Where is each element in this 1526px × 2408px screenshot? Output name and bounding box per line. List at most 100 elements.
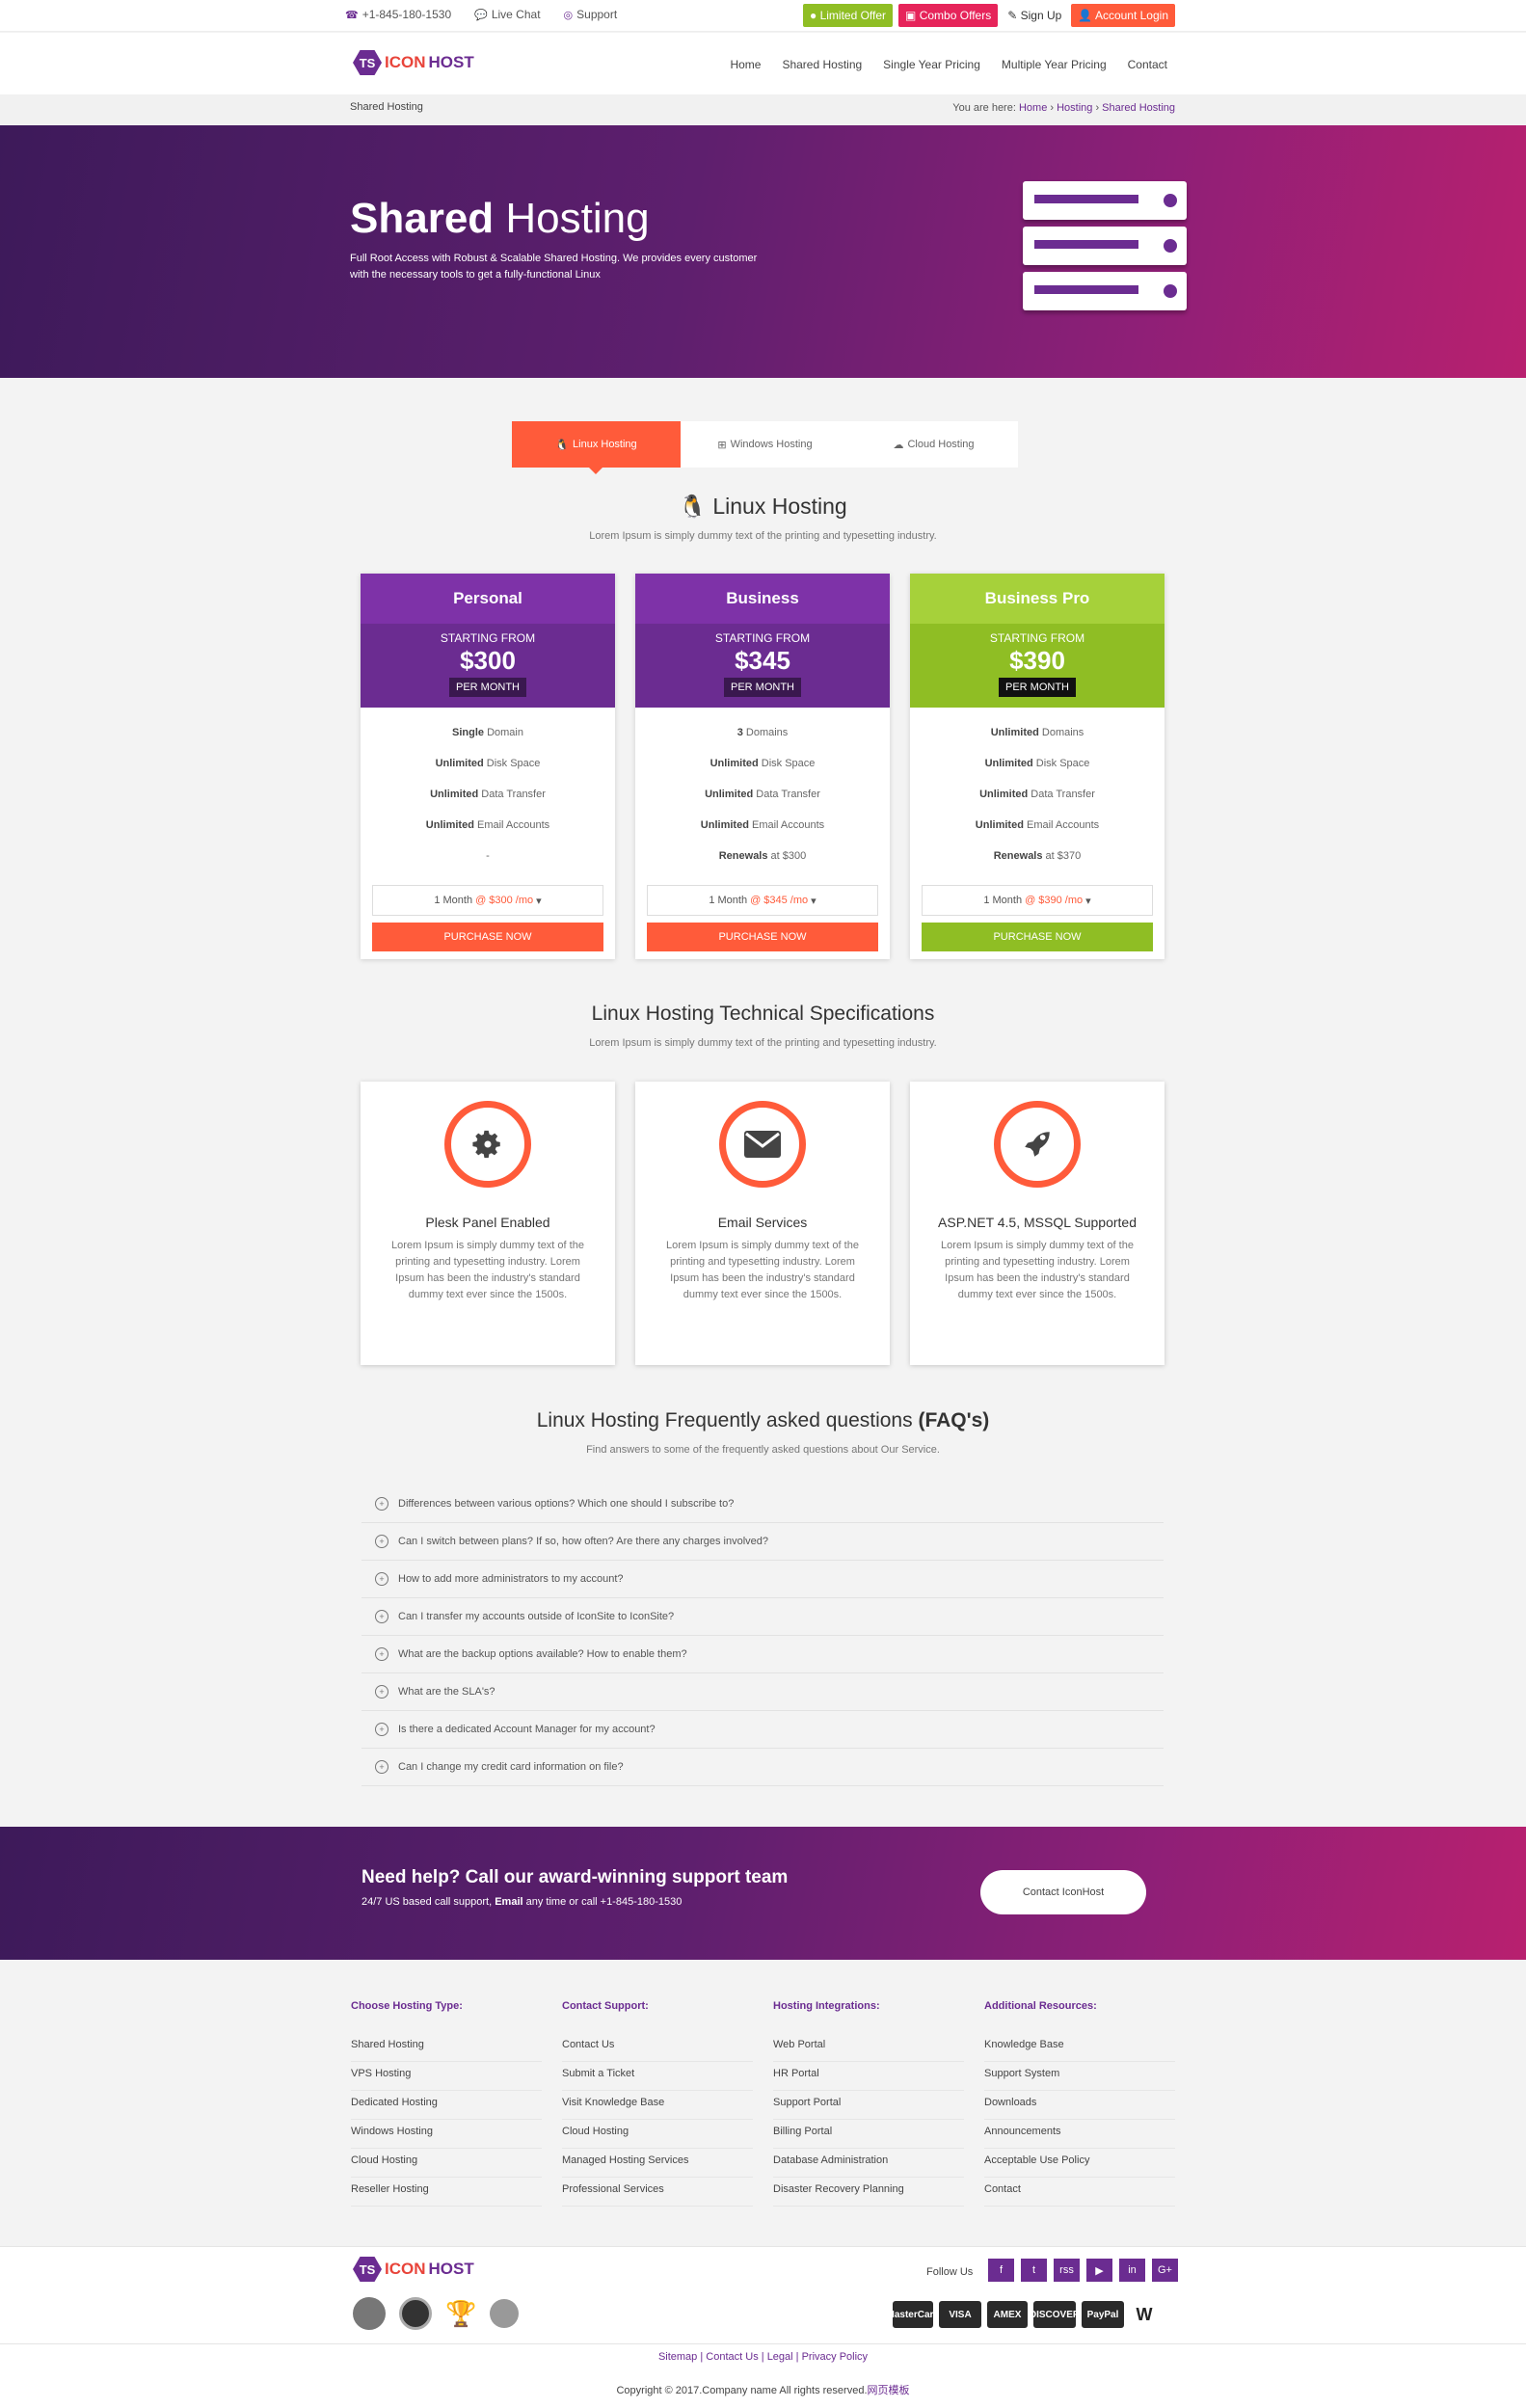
limited-offer-button[interactable]: ● Limited Offer: [802, 4, 894, 27]
linux-icon: 🐧: [679, 494, 707, 519]
footer-link[interactable]: Visit Knowledge Base: [562, 2091, 753, 2120]
sign-up-link[interactable]: ✎ Sign Up: [1004, 9, 1065, 22]
footer-link[interactable]: Disaster Recovery Planning: [773, 2178, 964, 2207]
tab-cloud-hosting[interactable]: ☁ Cloud Hosting: [849, 421, 1018, 468]
list-item: Unlimited Disk Space: [435, 758, 541, 769]
footer-link[interactable]: Knowledge Base: [984, 2033, 1175, 2062]
footer-link[interactable]: Database Administration: [773, 2149, 964, 2178]
list-item: Unlimited Email Accounts: [975, 819, 1100, 831]
list-item: Renewals at $300: [718, 850, 807, 862]
combo-offers-button[interactable]: ▣ Combo Offers: [898, 4, 999, 27]
footer-link[interactable]: Contact: [984, 2178, 1175, 2207]
plan-card-personal: Personal STARTING FROM $300 PER MONTH Si…: [361, 574, 615, 959]
footer-link[interactable]: Professional Services: [562, 2178, 753, 2207]
faq-item[interactable]: + What are the SLA's?: [361, 1673, 1164, 1711]
nav-home[interactable]: Home: [730, 58, 761, 71]
footer-link[interactable]: Web Portal: [773, 2033, 964, 2062]
plus-circle-icon: +: [375, 1647, 388, 1661]
discover-icon: DISCOVER: [1030, 2301, 1080, 2328]
purchase-now-button[interactable]: PURCHASE NOW: [647, 923, 878, 951]
windows-icon: ⊞: [717, 439, 727, 451]
legal-link[interactable]: Legal: [767, 2351, 793, 2363]
plan-price-box: STARTING FROM $390 PER MONTH: [910, 624, 1165, 708]
faq-item[interactable]: + Differences between various options? Wh…: [361, 1485, 1164, 1523]
footer-link[interactable]: Cloud Hosting: [562, 2120, 753, 2149]
nav-single-year-pricing[interactable]: Single Year Pricing: [883, 58, 980, 71]
gear-icon: [444, 1101, 531, 1188]
logo[interactable]: TS ICON HOST: [353, 50, 474, 75]
footer-link[interactable]: Contact Us: [562, 2033, 753, 2062]
footer-link[interactable]: Announcements: [984, 2120, 1175, 2149]
youtube-icon[interactable]: ▶: [1086, 2259, 1112, 2282]
breadcrumb-hosting[interactable]: Hosting: [1057, 102, 1092, 114]
faq-item[interactable]: + Is there a dedicated Account Manager fo…: [361, 1711, 1164, 1749]
purchase-now-button[interactable]: PURCHASE NOW: [922, 923, 1153, 951]
live-chat-link[interactable]: 💬 Live Chat: [474, 8, 540, 21]
footer-link[interactable]: Cloud Hosting: [351, 2149, 542, 2178]
breadcrumb-current: Shared Hosting: [1102, 102, 1175, 114]
footer-link[interactable]: VPS Hosting: [351, 2062, 542, 2091]
server-illustration: [1023, 227, 1187, 265]
list-item: 3 Domains: [736, 727, 789, 738]
footer-link[interactable]: Managed Hosting Services: [562, 2149, 753, 2178]
billing-period-select[interactable]: 1 Month @ $345 /mo ▾: [647, 885, 878, 916]
specs-subtitle: Lorem Ipsum is simply dummy text of the …: [589, 1037, 937, 1049]
footer-link[interactable]: Shared Hosting: [351, 2033, 542, 2062]
billing-period-select[interactable]: 1 Month @ $300 /mo ▾: [372, 885, 603, 916]
header: TS ICON HOST Home Shared Hosting Single Y…: [0, 33, 1526, 94]
facebook-icon[interactable]: f: [988, 2259, 1014, 2282]
footer-link[interactable]: HR Portal: [773, 2062, 964, 2091]
faq-item[interactable]: + Can I switch between plans? If so, how …: [361, 1523, 1164, 1561]
footer-link[interactable]: Downloads: [984, 2091, 1175, 2120]
footer-link[interactable]: Reseller Hosting: [351, 2178, 542, 2207]
nav-contact[interactable]: Contact: [1128, 58, 1167, 71]
support-link[interactable]: ◎ Support: [564, 8, 618, 21]
plus-circle-icon: +: [375, 1610, 388, 1623]
linkedin-icon[interactable]: in: [1119, 2259, 1145, 2282]
footer-link[interactable]: Dedicated Hosting: [351, 2091, 542, 2120]
rss-icon[interactable]: rss: [1054, 2259, 1080, 2282]
contact-us-link[interactable]: Contact Us: [706, 2351, 758, 2363]
caret-down-icon: ▾: [1085, 895, 1091, 907]
footer-logo[interactable]: TS ICON HOST: [353, 2257, 474, 2282]
list-item: Unlimited Email Accounts: [425, 819, 550, 831]
copyright-link[interactable]: 网页模板: [868, 2385, 910, 2396]
feature-title: Plesk Panel Enabled: [425, 1215, 550, 1230]
footer-link[interactable]: Windows Hosting: [351, 2120, 542, 2149]
faq-title: Linux Hosting Frequently asked questions…: [536, 1409, 990, 1431]
faq-item[interactable]: + How to add more administrators to my ac…: [361, 1561, 1164, 1598]
footer-link[interactable]: Submit a Ticket: [562, 2062, 753, 2091]
feature-text: Lorem Ipsum is simply dummy text of the …: [941, 1240, 1134, 1300]
faq-item[interactable]: + What are the backup options available? …: [361, 1636, 1164, 1673]
google-plus-icon[interactable]: G+: [1152, 2259, 1178, 2282]
footer-column: Additional Resources: Knowledge Base Sup…: [984, 2000, 1177, 2207]
list-item: -: [486, 850, 490, 862]
account-login-button[interactable]: 👤 Account Login: [1071, 4, 1175, 27]
phone-link[interactable]: ☎ +1-845-180-1530: [345, 8, 451, 21]
footer-link[interactable]: Support Portal: [773, 2091, 964, 2120]
phone-icon: ☎: [345, 9, 359, 21]
support-text: 24/7 US based call support, Email any ti…: [361, 1896, 683, 1908]
top-bar: ☎ +1-845-180-1530 💬 Live Chat ◎ Support ● L…: [0, 0, 1526, 32]
footer-link[interactable]: Support System: [984, 2062, 1175, 2091]
footer-link[interactable]: Acceptable Use Policy: [984, 2149, 1175, 2178]
tab-linux-hosting[interactable]: 🐧 Linux Hosting: [512, 421, 681, 474]
billing-period-select[interactable]: 1 Month @ $390 /mo ▾: [922, 885, 1153, 916]
faq-item[interactable]: + Can I transfer my accounts outside of I…: [361, 1598, 1164, 1636]
list-item: Unlimited Email Accounts: [700, 819, 825, 831]
faq-item[interactable]: + Can I change my credit card information…: [361, 1749, 1164, 1786]
footer-links: Sitemap | Contact Us | Legal | Privacy P…: [657, 2351, 869, 2363]
nav-multiple-year-pricing[interactable]: Multiple Year Pricing: [1002, 58, 1107, 71]
footer-link[interactable]: Billing Portal: [773, 2120, 964, 2149]
twitter-icon[interactable]: t: [1021, 2259, 1047, 2282]
sitemap-link[interactable]: Sitemap: [658, 2351, 697, 2363]
plan-name: Business: [635, 574, 890, 624]
list-item: Unlimited Data Transfer: [979, 789, 1095, 800]
tab-windows-hosting[interactable]: ⊞ Windows Hosting: [681, 421, 849, 468]
privacy-policy-link[interactable]: Privacy Policy: [802, 2351, 868, 2363]
linux-icon: 🐧: [555, 439, 570, 451]
contact-button[interactable]: Contact IconHost: [980, 1870, 1146, 1914]
nav-shared-hosting[interactable]: Shared Hosting: [782, 58, 862, 71]
purchase-now-button[interactable]: PURCHASE NOW: [372, 923, 603, 951]
breadcrumb-home[interactable]: Home: [1019, 102, 1047, 114]
